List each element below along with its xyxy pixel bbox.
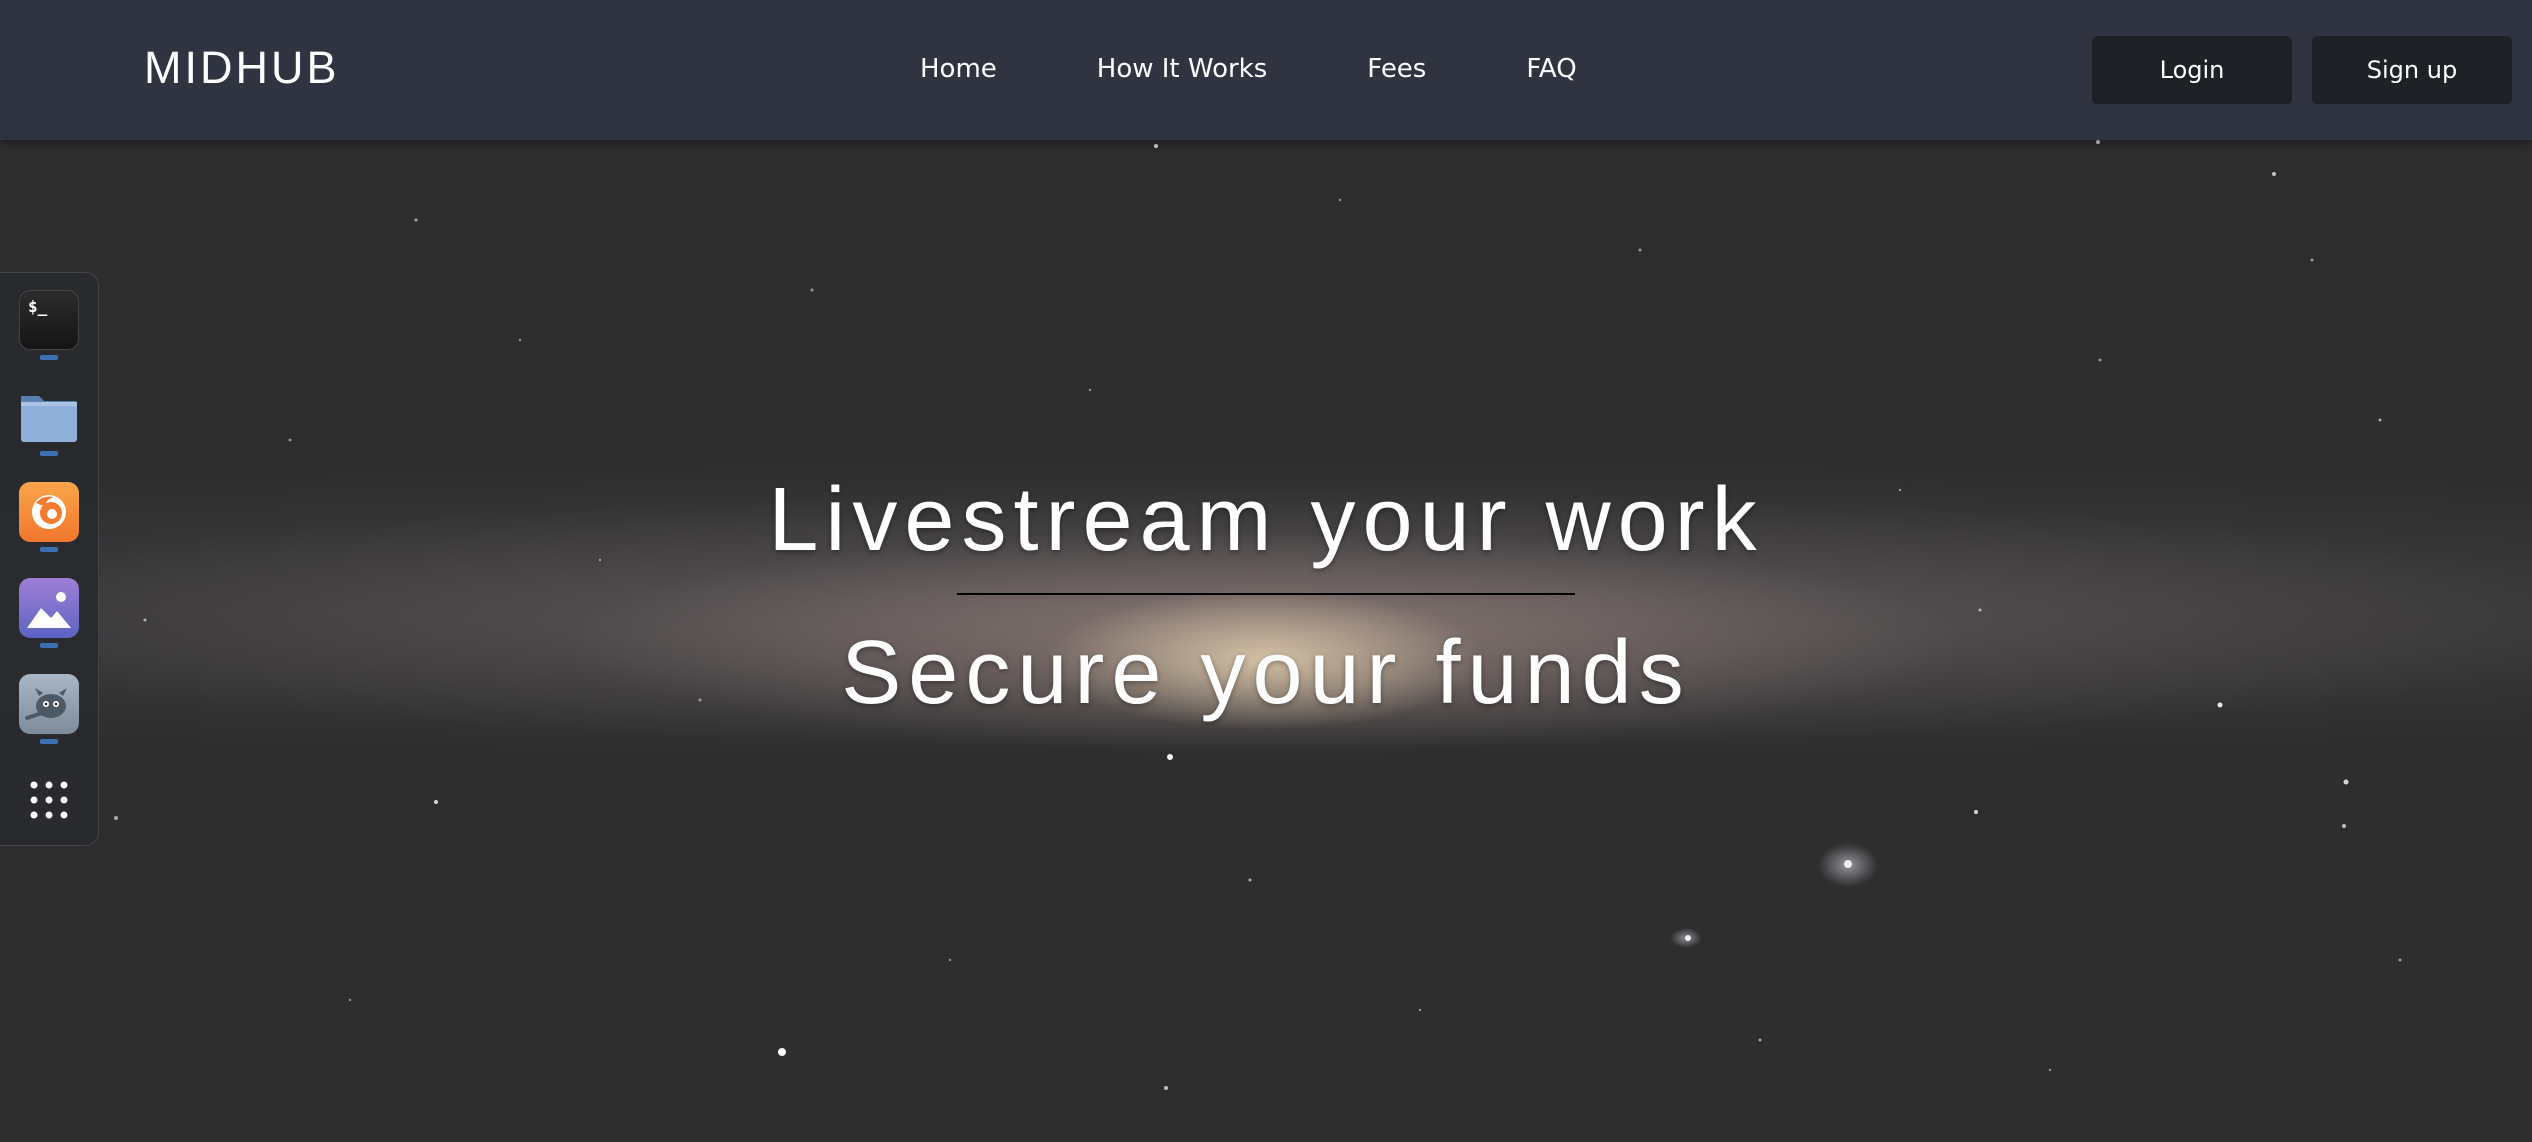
top-navbar: MIDHUB Home How It Works Fees FAQ Login … [0,0,2532,140]
app-grid-icon[interactable] [19,770,79,830]
running-indicator [40,643,58,648]
firefox-icon[interactable] [19,482,79,542]
gimp-icon-graphic [25,688,67,720]
terminal-prompt-glyph: $_ [28,297,48,316]
app-grid-icon-graphic [30,781,68,819]
hero-headline: Livestream your work [768,470,1764,570]
nav-how-it-works-link[interactable]: How It Works [1097,54,1268,84]
image-viewer-icon-graphic [27,592,71,628]
running-indicator [40,739,58,744]
hero-section: Livestream your work Secure your funds [0,140,2532,1142]
hero-subheadline: Secure your funds [841,623,1691,723]
nav-home-link[interactable]: Home [920,54,997,84]
main-nav: Home How It Works Fees FAQ [920,44,1577,94]
hero-divider [957,593,1575,595]
signup-button[interactable]: Sign up [2312,36,2512,104]
running-indicator [40,451,58,456]
running-indicator [40,355,58,360]
image-viewer-icon[interactable] [19,578,79,638]
nav-fees-link[interactable]: Fees [1367,54,1426,84]
running-indicator [40,547,58,552]
application-dock: $_ [0,272,99,846]
brand-logo[interactable]: MIDHUB [144,38,340,98]
nav-faq-link[interactable]: FAQ [1526,54,1576,84]
terminal-icon[interactable]: $_ [19,290,79,350]
gimp-icon[interactable] [19,674,79,734]
login-button[interactable]: Login [2092,36,2292,104]
firefox-icon-graphic [32,495,66,529]
folder-icon[interactable] [19,386,79,446]
folder-icon-graphic [21,396,77,442]
